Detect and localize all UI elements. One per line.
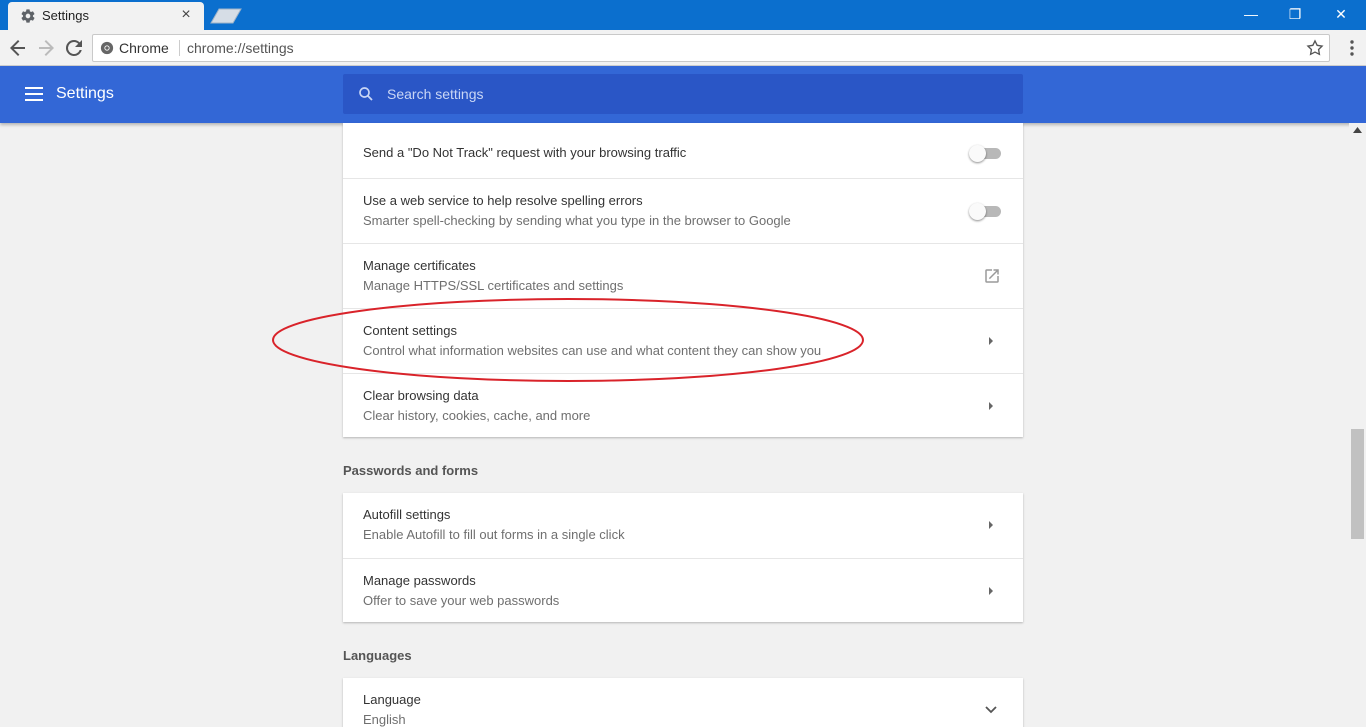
more-vertical-icon[interactable] (1344, 36, 1360, 60)
reload-icon[interactable] (62, 36, 86, 60)
hamburger-menu-icon[interactable] (24, 84, 44, 104)
arrow-right-icon[interactable] (985, 400, 997, 412)
do-not-track-toggle[interactable] (969, 145, 1001, 162)
new-tab-button[interactable] (210, 8, 242, 24)
scroll-thumb[interactable] (1351, 429, 1364, 539)
language-row[interactable]: Language English (343, 678, 1023, 727)
languages-card: Language English (343, 678, 1023, 727)
row-subtitle: Clear history, cookies, cache, and more (363, 408, 591, 423)
search-box[interactable] (343, 74, 1023, 114)
search-input[interactable] (387, 74, 1007, 114)
row-title: Clear browsing data (363, 388, 479, 403)
privacy-card: Send a "Do Not Track" request with your … (343, 123, 1023, 437)
row-title: Language (363, 692, 421, 707)
row-title: Manage certificates (363, 258, 476, 273)
browser-title-bar: Settings × — ❐ ✕ (0, 0, 1366, 30)
section-title-languages: Languages (343, 648, 412, 663)
restore-button[interactable]: ❐ (1272, 0, 1318, 30)
browser-toolbar: Chrome chrome://settings (0, 30, 1366, 66)
omnibox[interactable]: Chrome chrome://settings (92, 34, 1330, 62)
toggle-knob (969, 145, 986, 162)
omnibox-divider (179, 40, 180, 56)
page-title: Settings (56, 85, 114, 102)
row-title: Send a "Do Not Track" request with your … (363, 145, 687, 160)
scroll-up-arrow-icon[interactable] (1353, 127, 1362, 133)
arrow-right-icon[interactable] (985, 585, 997, 597)
minimize-button[interactable]: — (1228, 0, 1274, 30)
row-title: Manage passwords (363, 573, 476, 588)
spelling-service-toggle[interactable] (969, 203, 1001, 220)
settings-header: Settings (0, 66, 1366, 123)
gear-icon (21, 9, 35, 23)
bookmark-star-icon[interactable] (1305, 38, 1325, 58)
row-subtitle: Offer to save your web passwords (363, 593, 560, 608)
passwords-card: Autofill settings Enable Autofill to fil… (343, 493, 1023, 622)
row-title: Autofill settings (363, 507, 451, 522)
page-scrollbar[interactable] (1349, 123, 1366, 727)
section-title-passwords: Passwords and forms (343, 463, 479, 478)
chevron-down-icon[interactable] (983, 704, 999, 716)
row-title: Use a web service to help resolve spelli… (363, 193, 643, 208)
browser-tab-settings[interactable]: Settings × (8, 2, 204, 30)
url-text[interactable]: chrome://settings (187, 40, 294, 56)
row-subtitle: Smarter spell-checking by sending what y… (363, 213, 791, 228)
chrome-icon (100, 41, 114, 55)
autofill-settings-row[interactable]: Autofill settings Enable Autofill to fil… (343, 493, 1023, 558)
manage-passwords-row[interactable]: Manage passwords Offer to save your web … (343, 558, 1023, 622)
spelling-service-row[interactable]: Use a web service to help resolve spelli… (343, 178, 1023, 243)
row-subtitle: Enable Autofill to fill out forms in a s… (363, 527, 625, 542)
omnibox-chip: Chrome (119, 40, 169, 56)
highlight-ellipse-annotation (272, 298, 864, 382)
tab-title: Settings (42, 8, 89, 23)
window-close-button[interactable]: ✕ (1318, 0, 1364, 30)
forward-arrow-icon[interactable] (34, 36, 58, 60)
row-subtitle: English (363, 712, 406, 727)
tab-close-button[interactable]: × (178, 6, 194, 24)
external-link-icon[interactable] (983, 267, 1001, 285)
toggle-knob (969, 203, 986, 220)
arrow-right-icon[interactable] (985, 519, 997, 531)
do-not-track-row[interactable]: Send a "Do Not Track" request with your … (343, 123, 1023, 178)
back-arrow-icon[interactable] (6, 36, 30, 60)
row-subtitle: Manage HTTPS/SSL certificates and settin… (363, 278, 624, 293)
arrow-right-icon[interactable] (985, 335, 997, 347)
search-icon (359, 87, 373, 101)
